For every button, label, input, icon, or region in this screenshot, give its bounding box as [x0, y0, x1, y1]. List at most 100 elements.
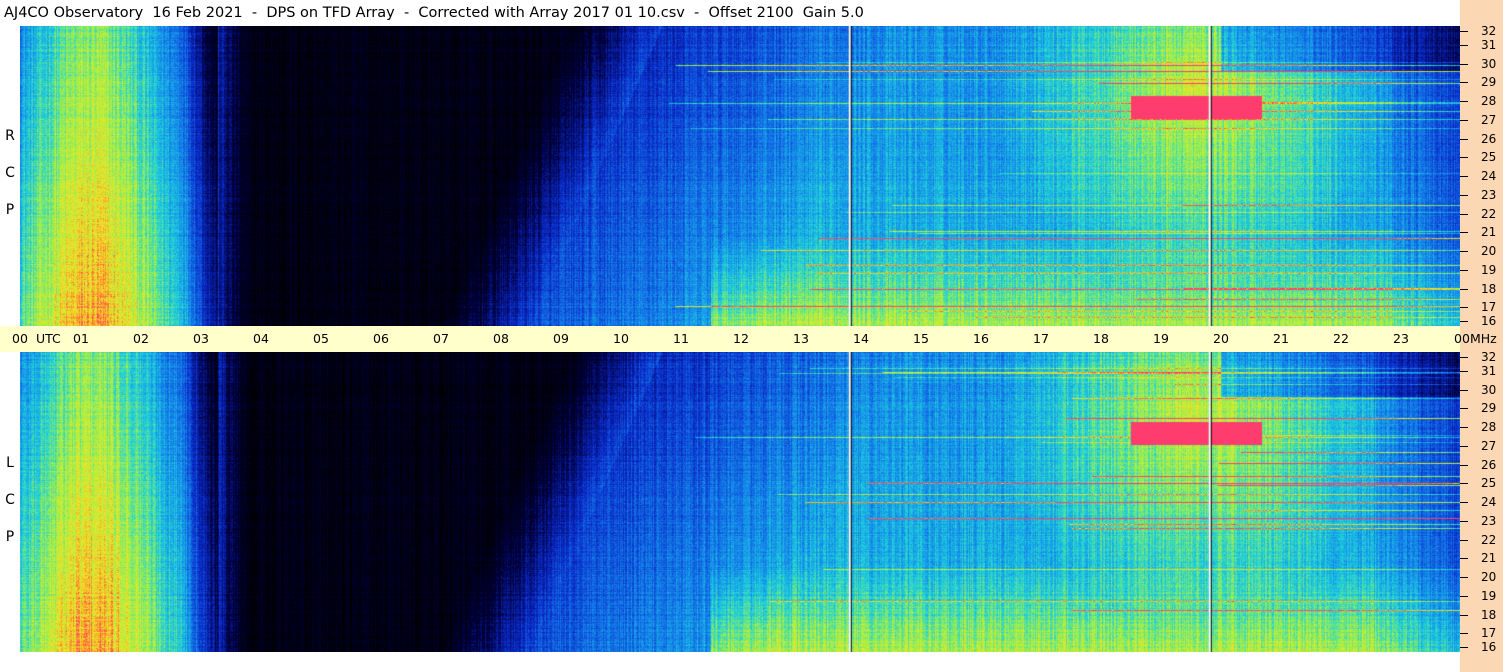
- mhz-tick-mark: [1460, 357, 1468, 358]
- mhz-tick-label: 27: [1481, 438, 1497, 453]
- utc-tick-label: 01: [73, 331, 89, 346]
- mhz-tick-mark: [1460, 138, 1468, 140]
- mhz-tick-label: 29: [1481, 75, 1497, 90]
- utc-tick-label: 14: [853, 331, 869, 346]
- lcp-label-l: L: [6, 455, 14, 471]
- mhz-tick-label: 24: [1481, 169, 1497, 183]
- mhz-tick-label: 20: [1481, 244, 1497, 258]
- utc-tick-label: 17: [1033, 331, 1049, 346]
- mhz-tick-mark: [1460, 31, 1468, 32]
- mhz-tick-mark: [1460, 647, 1468, 648]
- mhz-tick-label: 30: [1481, 56, 1497, 71]
- mhz-tick-mark: [1460, 595, 1468, 597]
- bottom-margin: [0, 652, 1460, 672]
- rcp-label-c: C: [5, 165, 15, 181]
- mhz-tick-mark: [1460, 101, 1468, 102]
- lcp-label-c: C: [5, 492, 15, 508]
- utc-tick-label: 00: [12, 331, 28, 346]
- lcp-label-p: P: [5, 529, 15, 545]
- utc-tick-label: 21: [1273, 331, 1289, 346]
- utc-tick-label: 02: [133, 331, 149, 346]
- mhz-tick-mark: [1460, 232, 1468, 234]
- utc-axis-label: UTC: [36, 331, 61, 346]
- mhz-tick-mark: [1460, 502, 1468, 503]
- mhz-tick-label: 31: [1481, 363, 1497, 378]
- mhz-tick-mark: [1460, 119, 1468, 121]
- utc-tick-label: 18: [1093, 331, 1109, 346]
- mhz-tick-label: 16: [1481, 640, 1497, 654]
- utc-tick-label: 22: [1333, 331, 1349, 346]
- mhz-tick-label: 21: [1481, 225, 1497, 240]
- chart-title: AJ4CO Observatory 16 Feb 2021 - DPS on T…: [0, 0, 1460, 26]
- rcp-panel-label: R C P: [0, 118, 20, 229]
- mhz-tick-label: 25: [1481, 150, 1497, 165]
- utc-tick-label: 08: [493, 331, 509, 346]
- mhz-tick-mark: [1460, 520, 1468, 522]
- mhz-tick-mark: [1460, 288, 1468, 290]
- mhz-tick-label: 26: [1481, 131, 1497, 146]
- mhz-tick-mark: [1460, 44, 1468, 46]
- mhz-tick-mark: [1460, 63, 1468, 65]
- utc-tick-label: 20: [1213, 331, 1229, 346]
- mhz-tick-label: 29: [1481, 401, 1497, 416]
- utc-tick-label: 07: [433, 331, 449, 346]
- mhz-tick-mark: [1460, 176, 1468, 177]
- rcp-spectrogram: [20, 26, 1460, 326]
- utc-tick-label: 15: [913, 331, 929, 346]
- mhz-tick-label: 19: [1481, 588, 1497, 603]
- mhz-tick-mark: [1460, 389, 1468, 391]
- mhz-tick-label: 17: [1481, 300, 1497, 315]
- mhz-tick-label: 22: [1481, 206, 1497, 221]
- mhz-tick-mark: [1460, 577, 1468, 578]
- mhz-tick-mark: [1460, 370, 1468, 372]
- mhz-tick-label: 22: [1481, 532, 1497, 547]
- mhz-tick-label: 23: [1481, 513, 1497, 528]
- mhz-tick-label: 19: [1481, 262, 1497, 277]
- utc-tick-label: 11: [673, 331, 689, 346]
- mhz-tick-label: 28: [1481, 420, 1497, 434]
- mhz-axis-label: MHz: [1470, 331, 1497, 346]
- utc-tick-label: 00: [1454, 331, 1470, 346]
- utc-tick-label: 19: [1153, 331, 1169, 346]
- mhz-tick-mark: [1460, 213, 1468, 215]
- mhz-tick-label: 23: [1481, 187, 1497, 202]
- mhz-tick-mark: [1460, 82, 1468, 84]
- mhz-tick-label: 25: [1481, 476, 1497, 491]
- mhz-tick-label: 24: [1481, 495, 1497, 509]
- utc-tick-label: 12: [733, 331, 749, 346]
- mhz-tick-label: 21: [1481, 551, 1497, 566]
- mhz-tick-label: 31: [1481, 37, 1497, 52]
- mhz-tick-label: 18: [1481, 607, 1497, 622]
- mhz-tick-label: 26: [1481, 457, 1497, 472]
- mhz-tick-mark: [1460, 464, 1468, 466]
- mhz-tick-label: 32: [1481, 24, 1497, 38]
- mhz-tick-mark: [1460, 539, 1468, 541]
- mhz-tick-mark: [1460, 427, 1468, 428]
- mhz-tick-mark: [1460, 269, 1468, 271]
- mhz-tick-mark: [1460, 194, 1468, 196]
- mhz-tick-mark: [1460, 483, 1468, 485]
- mhz-tick-mark: [1460, 445, 1468, 447]
- mhz-tick-mark: [1460, 157, 1468, 159]
- mhz-tick-mark: [1460, 614, 1468, 616]
- utc-tick-label: 06: [373, 331, 389, 346]
- mhz-tick-label: 16: [1481, 314, 1497, 328]
- mhz-tick-label: 28: [1481, 94, 1497, 108]
- rcp-label-r: R: [5, 128, 15, 144]
- utc-tick-label: 23: [1393, 331, 1409, 346]
- mhz-tick-label: 27: [1481, 112, 1497, 127]
- mhz-tick-mark: [1460, 251, 1468, 252]
- utc-tick-label: 16: [973, 331, 989, 346]
- mhz-tick-mark: [1460, 408, 1468, 410]
- utc-tick-label: 03: [193, 331, 209, 346]
- utc-time-axis: 00 01 02 03 04 05 06 07 08 09 10 11 12 13 14 15 16 17 18 19…: [0, 326, 1497, 352]
- utc-tick-label: 09: [553, 331, 569, 346]
- mhz-tick-label: 17: [1481, 626, 1497, 641]
- mhz-tick-mark: [1460, 633, 1468, 635]
- mhz-tick-mark: [1460, 558, 1468, 560]
- lcp-spectrogram: [20, 352, 1460, 652]
- mhz-tick-label: 18: [1481, 281, 1497, 296]
- mhz-tick-label: 20: [1481, 570, 1497, 584]
- utc-tick-label: 13: [793, 331, 809, 346]
- mhz-tick-label: 30: [1481, 382, 1497, 397]
